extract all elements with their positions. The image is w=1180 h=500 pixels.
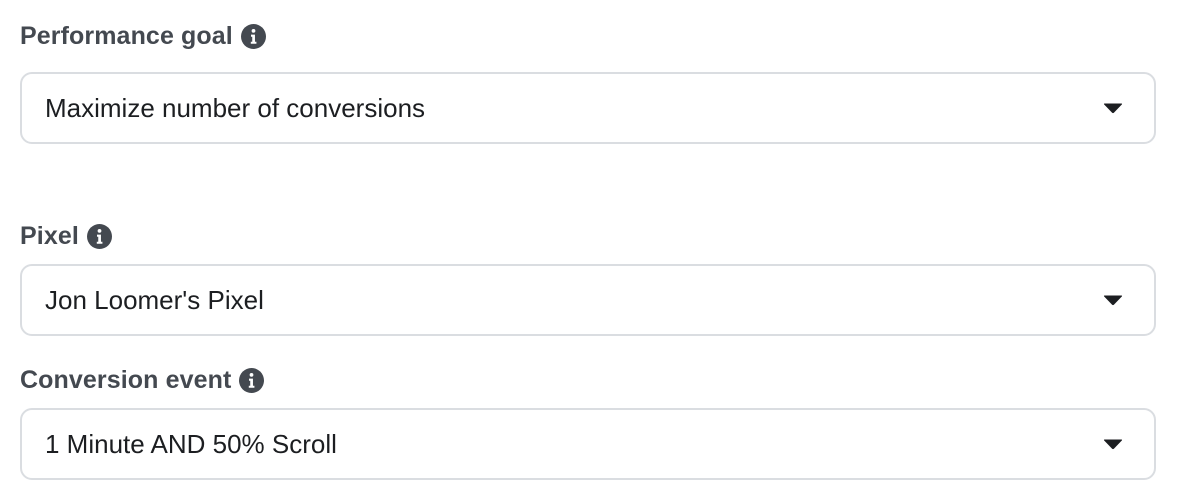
conversion-event-value: 1 Minute AND 50% Scroll <box>45 428 337 459</box>
pixel-label: Pixel <box>20 221 79 250</box>
info-icon[interactable] <box>86 223 112 249</box>
pixel-value: Jon Loomer's Pixel <box>45 284 264 315</box>
conversion-event-dropdown[interactable]: 1 Minute AND 50% Scroll <box>20 408 1156 480</box>
performance-goal-value: Maximize number of conversions <box>45 92 426 123</box>
performance-goal-label: Performance goal <box>20 21 233 50</box>
info-icon[interactable] <box>240 23 266 49</box>
performance-goal-dropdown[interactable]: Maximize number of conversions <box>20 72 1156 144</box>
performance-goal-label-row: Performance goal <box>20 20 266 52</box>
caret-down-icon <box>1102 293 1124 307</box>
caret-down-icon <box>1102 101 1124 115</box>
caret-down-icon <box>1102 437 1124 451</box>
info-icon[interactable] <box>239 367 265 393</box>
pixel-dropdown[interactable]: Jon Loomer's Pixel <box>20 264 1156 336</box>
conversion-event-label: Conversion event <box>20 365 232 394</box>
conversion-event-label-row: Conversion event <box>20 364 265 396</box>
pixel-label-row: Pixel <box>20 220 112 252</box>
ad-set-optimization-panel: Performance goal Maximize number of conv… <box>0 0 1180 500</box>
